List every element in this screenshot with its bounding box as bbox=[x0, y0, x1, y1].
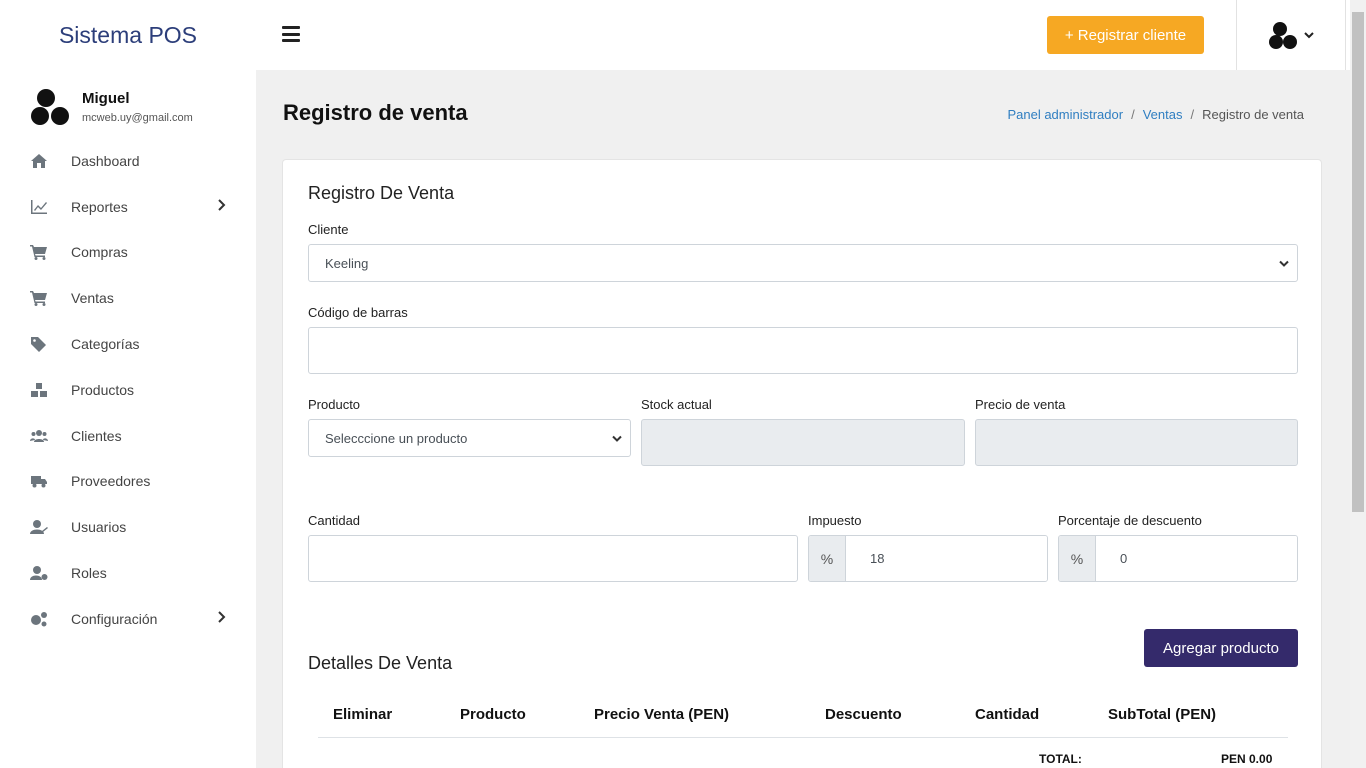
percent-addon: % bbox=[809, 536, 846, 581]
sidebar-item-categorias[interactable]: Categorías bbox=[0, 321, 256, 367]
stock-field bbox=[641, 419, 965, 466]
sidebar-item-label: Ventas bbox=[71, 290, 114, 307]
menu-toggle-icon[interactable] bbox=[282, 26, 300, 42]
sidebar-item-reportes[interactable]: Reportes bbox=[0, 184, 256, 230]
register-client-button[interactable]: + Registrar cliente bbox=[1047, 16, 1204, 54]
sidebar-item-clientes[interactable]: Clientes bbox=[0, 413, 256, 459]
column-header-precio-venta: Precio Venta (PEN) bbox=[594, 706, 730, 723]
sale-form-card: Registro De Venta Cliente Keeling Código… bbox=[282, 159, 1322, 768]
sidebar-item-label: Categorías bbox=[71, 336, 140, 353]
quantity-label: Cantidad bbox=[308, 513, 361, 528]
client-select[interactable]: Keeling bbox=[308, 244, 1298, 282]
breadcrumb-current: Registro de venta bbox=[1202, 107, 1304, 122]
details-title: Detalles De Venta bbox=[308, 653, 453, 673]
chevron-down-icon bbox=[1279, 256, 1289, 271]
users-icon bbox=[29, 428, 49, 444]
avatar bbox=[31, 89, 69, 125]
sidebar-item-label: Roles bbox=[71, 565, 107, 582]
sidebar-item-label: Dashboard bbox=[71, 152, 140, 169]
user-menu-dropdown[interactable] bbox=[1236, 0, 1346, 70]
sidebar-item-compras[interactable]: Compras bbox=[0, 230, 256, 276]
breadcrumb-ventas-link[interactable]: Ventas bbox=[1143, 107, 1183, 122]
chevron-down-icon bbox=[1303, 32, 1314, 39]
page-scrollbar[interactable] bbox=[1350, 0, 1366, 768]
sidebar: Sistema POS Miguel mcweb.uy@gmail.com Da… bbox=[0, 0, 256, 768]
sidebar-item-label: Usuarios bbox=[71, 519, 127, 536]
cart-plus-icon bbox=[29, 244, 49, 261]
product-label: Producto bbox=[308, 397, 361, 412]
discount-input[interactable]: 0 bbox=[1096, 536, 1297, 581]
chevron-right-icon bbox=[216, 610, 226, 628]
column-header-eliminar: Eliminar bbox=[333, 706, 393, 723]
column-header-descuento: Descuento bbox=[825, 706, 902, 723]
price-field bbox=[975, 419, 1298, 466]
breadcrumb: Panel administrador / Ventas / Registro … bbox=[1007, 107, 1304, 122]
sidebar-item-usuarios[interactable]: Usuarios bbox=[0, 504, 256, 550]
column-header-cantidad: Cantidad bbox=[975, 706, 1040, 723]
sidebar-item-ventas[interactable]: Ventas bbox=[0, 275, 256, 321]
tags-icon bbox=[29, 336, 49, 353]
scrollbar-thumb[interactable] bbox=[1352, 12, 1364, 512]
chart-line-icon bbox=[29, 199, 49, 215]
truck-icon bbox=[29, 473, 49, 489]
client-label: Cliente bbox=[308, 222, 349, 237]
sidebar-item-configuracion[interactable]: Configuración bbox=[0, 596, 256, 642]
user-name: Miguel bbox=[82, 90, 130, 107]
quantity-input[interactable] bbox=[308, 535, 798, 582]
user-panel: Miguel mcweb.uy@gmail.com bbox=[0, 70, 256, 132]
client-selected-value: Keeling bbox=[325, 255, 369, 271]
card-title: Registro De Venta bbox=[308, 183, 455, 203]
sidebar-nav: Dashboard Reportes Compras Ventas Catego… bbox=[0, 138, 256, 642]
tax-input-group: % 18 bbox=[808, 535, 1048, 582]
product-selected-value: Selecccione un producto bbox=[325, 430, 468, 446]
column-header-producto: Producto bbox=[460, 706, 526, 723]
add-product-button[interactable]: Agregar producto bbox=[1144, 629, 1298, 667]
chevron-right-icon bbox=[216, 198, 226, 216]
boxes-icon bbox=[29, 382, 49, 398]
user-avatar-icon bbox=[1268, 22, 1297, 49]
home-icon bbox=[29, 153, 49, 169]
cogs-icon bbox=[29, 611, 49, 627]
user-edit-icon bbox=[29, 519, 49, 535]
percent-addon: % bbox=[1059, 536, 1096, 581]
breadcrumb-panel-link[interactable]: Panel administrador bbox=[1007, 107, 1123, 122]
shopping-cart-icon bbox=[29, 290, 49, 307]
column-header-subtotal: SubTotal (PEN) bbox=[1108, 706, 1217, 723]
topbar: + Registrar cliente bbox=[256, 0, 1350, 70]
sidebar-item-label: Reportes bbox=[71, 198, 128, 215]
sidebar-item-label: Productos bbox=[71, 381, 135, 398]
discount-label: Porcentaje de descuento bbox=[1058, 513, 1202, 528]
brand-logo[interactable]: Sistema POS bbox=[0, 0, 256, 70]
table-divider bbox=[318, 737, 1288, 738]
chevron-down-icon bbox=[612, 431, 622, 446]
sidebar-item-label: Compras bbox=[71, 244, 128, 261]
page-title: Registro de venta bbox=[283, 100, 468, 125]
product-select[interactable]: Selecccione un producto bbox=[308, 419, 631, 457]
price-label: Precio de venta bbox=[975, 397, 1066, 412]
sidebar-item-dashboard[interactable]: Dashboard bbox=[0, 138, 256, 184]
user-cog-icon bbox=[29, 565, 49, 581]
total-label: TOTAL: bbox=[1039, 752, 1082, 766]
sidebar-item-label: Configuración bbox=[71, 610, 158, 627]
barcode-input[interactable] bbox=[308, 327, 1298, 374]
total-value: PEN 0.00 bbox=[1221, 752, 1273, 766]
discount-input-group: % 0 bbox=[1058, 535, 1298, 582]
sidebar-item-roles[interactable]: Roles bbox=[0, 550, 256, 596]
sidebar-item-label: Clientes bbox=[71, 427, 122, 444]
barcode-label: Código de barras bbox=[308, 305, 408, 320]
sidebar-item-label: Proveedores bbox=[71, 473, 151, 490]
user-email: mcweb.uy@gmail.com bbox=[82, 112, 193, 124]
tax-label: Impuesto bbox=[808, 513, 862, 528]
tax-input[interactable]: 18 bbox=[846, 536, 1047, 581]
breadcrumb-separator: / bbox=[1131, 107, 1135, 122]
stock-label: Stock actual bbox=[641, 397, 712, 412]
sidebar-item-proveedores[interactable]: Proveedores bbox=[0, 459, 256, 505]
sidebar-item-productos[interactable]: Productos bbox=[0, 367, 256, 413]
breadcrumb-separator: / bbox=[1190, 107, 1195, 122]
